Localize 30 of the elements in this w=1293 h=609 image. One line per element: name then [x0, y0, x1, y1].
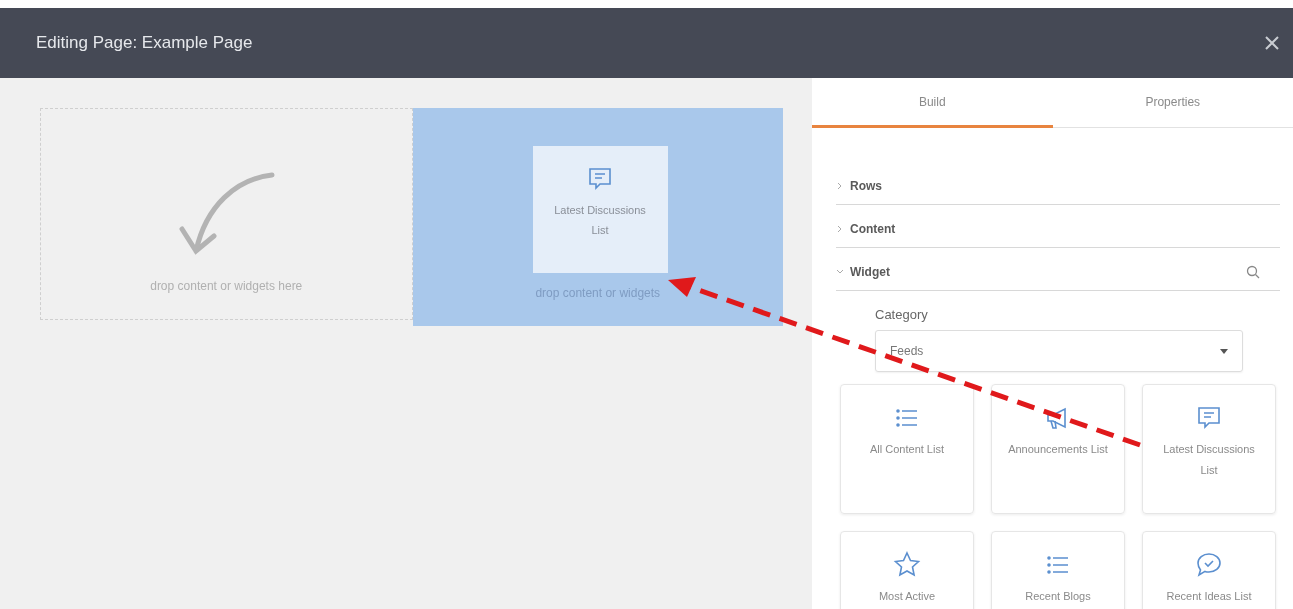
widget-card[interactable]: Most Active: [840, 531, 974, 609]
widget-label: Most Active: [877, 589, 937, 604]
section-header[interactable]: Widget: [836, 248, 1280, 291]
widget-card[interactable]: Latest Discussions List: [1142, 384, 1276, 514]
section-label: Rows: [850, 179, 883, 193]
window-title: Editing Page: Example Page: [36, 33, 253, 53]
widget-card[interactable]: All Content List: [840, 384, 974, 514]
close-icon: [1265, 36, 1279, 50]
panel-tab[interactable]: Build: [812, 78, 1053, 128]
section-label: Content: [850, 222, 897, 236]
section-header[interactable]: Rows: [836, 162, 1280, 205]
drop-zone[interactable]: drop content or widgets here: [40, 108, 413, 320]
widget-card[interactable]: Announcements List: [991, 384, 1125, 514]
section-header[interactable]: Content: [836, 205, 1280, 248]
search-icon: [1246, 265, 1260, 279]
drop-hint: drop content or widgets here: [150, 279, 303, 293]
widget-label: Latest Discussions List: [554, 203, 646, 238]
caret-icon: [1220, 348, 1228, 354]
widget-label: All Content List: [869, 442, 945, 457]
panel-tab[interactable]: Properties: [1052, 78, 1293, 128]
widget-label: Latest Discussions List: [1162, 442, 1256, 478]
widget-card[interactable]: Recent Blogs: [991, 531, 1125, 609]
widget-card[interactable]: Recent Ideas List: [1142, 531, 1276, 609]
widget-label: Announcements List: [1007, 442, 1109, 457]
widget-label: Recent Blogs: [1024, 589, 1092, 604]
search-button[interactable]: [1246, 265, 1260, 279]
section-label: Widget: [850, 265, 891, 279]
field-label: Category: [875, 307, 929, 322]
category-select[interactable]: Feeds: [875, 330, 1243, 372]
widget-label: Recent Ideas List: [1165, 589, 1253, 604]
